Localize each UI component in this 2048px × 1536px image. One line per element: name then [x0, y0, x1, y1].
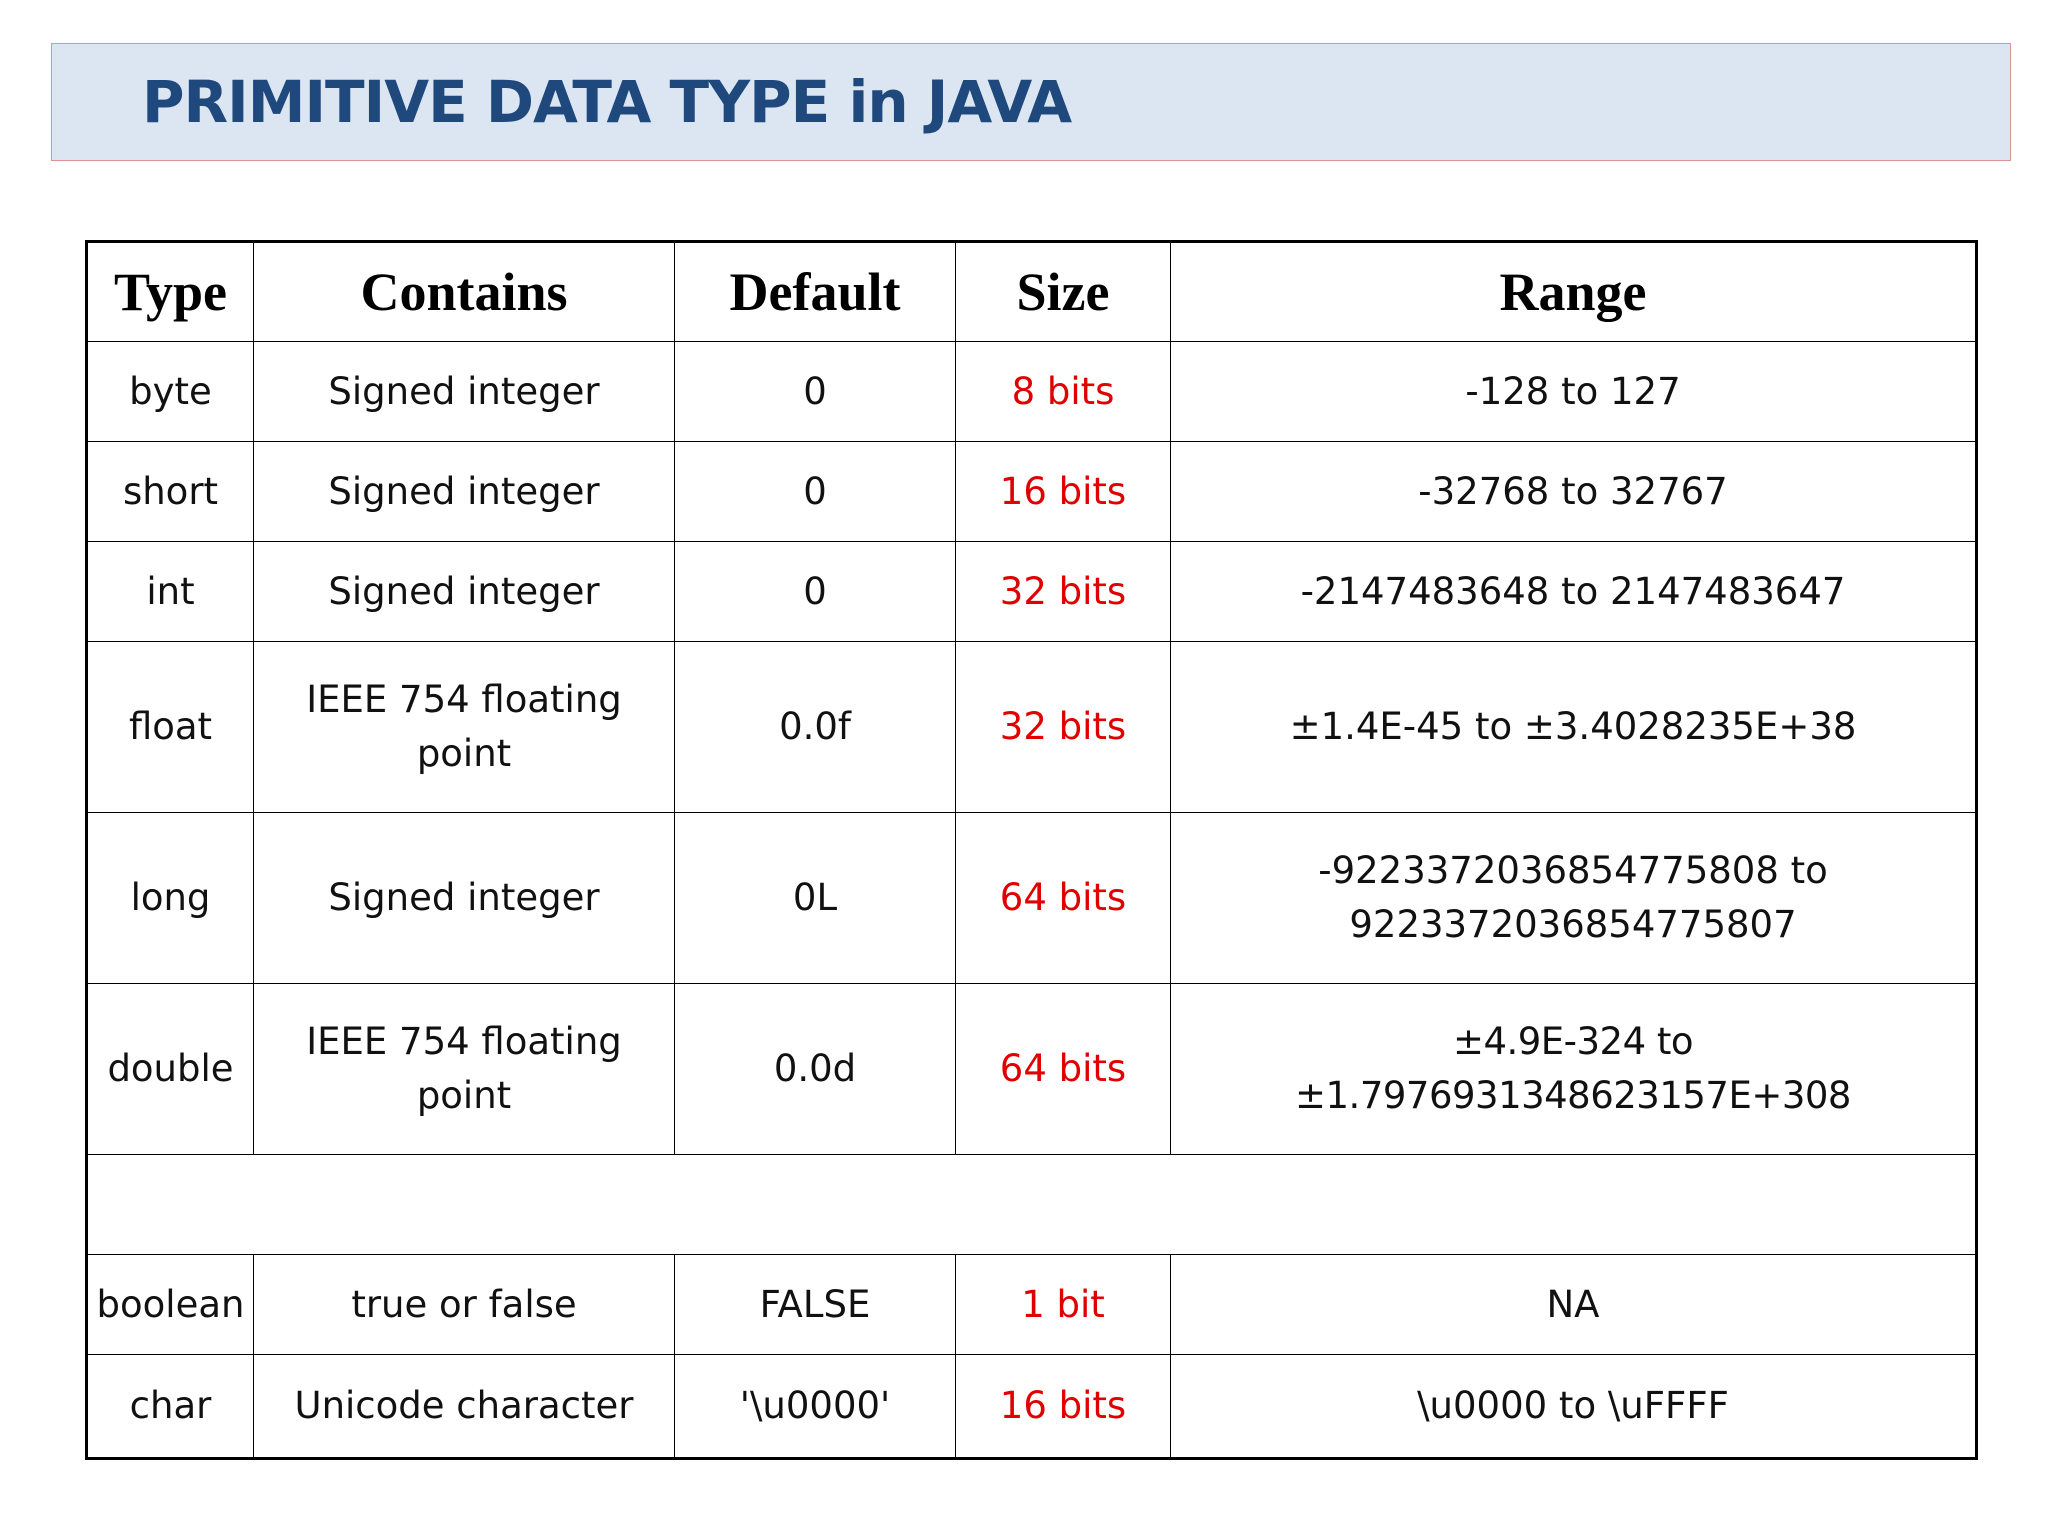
- default-cell: 0: [674, 541, 956, 642]
- size-cell: 32 bits: [955, 641, 1171, 813]
- table-row: double IEEE 754 floating point 0.0d 64 b…: [86, 983, 1977, 1155]
- contains-cell: IEEE 754 floating point: [253, 641, 675, 813]
- type-cell: short: [86, 441, 254, 542]
- size-cell: 16 bits: [955, 1354, 1171, 1459]
- title-banner: PRIMITIVE DATA TYPE in JAVA: [51, 43, 2011, 161]
- size-cell: 32 bits: [955, 541, 1171, 642]
- size-cell: 8 bits: [955, 341, 1171, 442]
- header-default: Default: [674, 241, 956, 342]
- size-cell: 16 bits: [955, 441, 1171, 542]
- default-cell: 0L: [674, 812, 956, 984]
- type-cell: boolean: [86, 1254, 254, 1355]
- size-cell: 64 bits: [955, 812, 1171, 984]
- table-row: boolean true or false FALSE 1 bit NA: [86, 1254, 1977, 1355]
- default-cell: FALSE: [674, 1254, 956, 1355]
- type-cell: byte: [86, 341, 254, 442]
- default-cell: 0: [674, 441, 956, 542]
- contains-cell: Unicode character: [253, 1354, 675, 1459]
- table-row: long Signed integer 0L 64 bits -92233720…: [86, 812, 1977, 984]
- range-cell: NA: [1170, 1254, 1977, 1355]
- range-cell: -128 to 127: [1170, 341, 1977, 442]
- table-row: float IEEE 754 floating point 0.0f 32 bi…: [86, 641, 1977, 813]
- type-cell: float: [86, 641, 254, 813]
- header-contains: Contains: [253, 241, 675, 342]
- range-cell: ±1.4E-45 to ±3.4028235E+38: [1170, 641, 1977, 813]
- page-title: PRIMITIVE DATA TYPE in JAVA: [142, 68, 1072, 136]
- size-cell: 64 bits: [955, 983, 1171, 1155]
- range-cell: -2147483648 to 2147483647: [1170, 541, 1977, 642]
- default-cell: 0: [674, 341, 956, 442]
- default-cell: '\u0000': [674, 1354, 956, 1459]
- contains-cell: true or false: [253, 1254, 675, 1355]
- blank-cell: [86, 1154, 1977, 1255]
- header-type: Type: [86, 241, 254, 342]
- range-cell: \u0000 to \uFFFF: [1170, 1354, 1977, 1459]
- table-row: char Unicode character '\u0000' 16 bits …: [86, 1354, 1977, 1459]
- range-cell: -32768 to 32767: [1170, 441, 1977, 542]
- size-cell: 1 bit: [955, 1254, 1171, 1355]
- table-row: byte Signed integer 0 8 bits -128 to 127: [86, 341, 1977, 442]
- type-cell: double: [86, 983, 254, 1155]
- type-cell: char: [86, 1354, 254, 1459]
- contains-cell: IEEE 754 floating point: [253, 983, 675, 1155]
- header-size: Size: [955, 241, 1171, 342]
- header-range: Range: [1170, 241, 1977, 342]
- range-cell: -9223372036854775808 to 9223372036854775…: [1170, 812, 1977, 984]
- table-row: int Signed integer 0 32 bits -2147483648…: [86, 541, 1977, 642]
- primitive-types-table: Type Contains Default Size Range byte Si…: [85, 240, 1978, 1460]
- range-cell: ±4.9E-324 to ±1.7976931348623157E+308: [1170, 983, 1977, 1155]
- contains-cell: Signed integer: [253, 812, 675, 984]
- type-cell: int: [86, 541, 254, 642]
- contains-cell: Signed integer: [253, 541, 675, 642]
- contains-cell: Signed integer: [253, 341, 675, 442]
- table-row: short Signed integer 0 16 bits -32768 to…: [86, 441, 1977, 542]
- default-cell: 0.0d: [674, 983, 956, 1155]
- type-cell: long: [86, 812, 254, 984]
- contains-cell: Signed integer: [253, 441, 675, 542]
- header-row: Type Contains Default Size Range: [86, 241, 1977, 342]
- default-cell: 0.0f: [674, 641, 956, 813]
- blank-row: [86, 1154, 1977, 1255]
